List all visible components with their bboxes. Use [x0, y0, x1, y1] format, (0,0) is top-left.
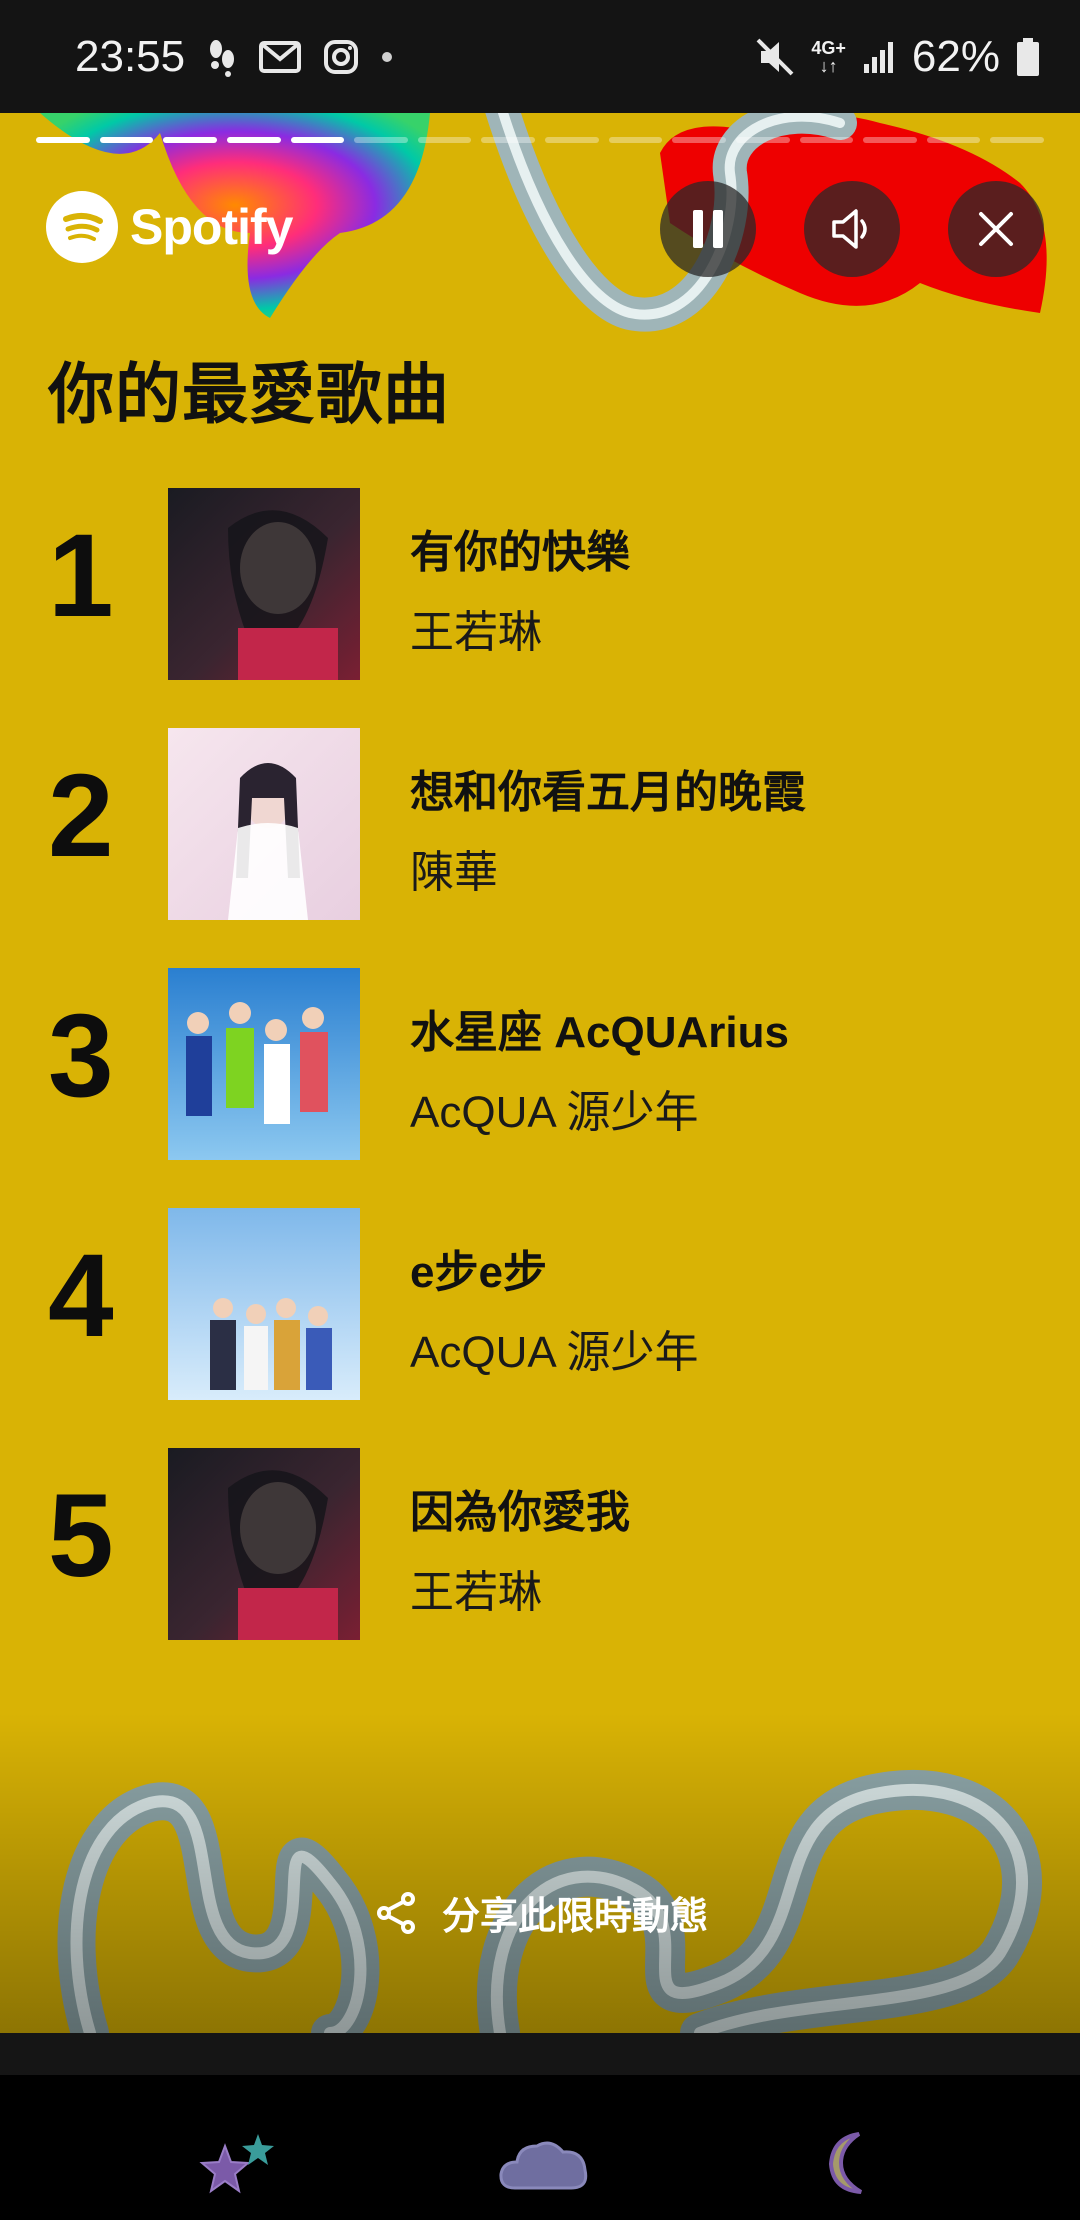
progress-segment	[608, 137, 663, 143]
progress-segment	[990, 137, 1044, 143]
list-item: 3 水星座 AcQUArius AcQUA 源少年	[0, 968, 1080, 1160]
track-artist: 陳華	[410, 848, 498, 897]
bottom-shade	[0, 1713, 1080, 2033]
pause-icon	[693, 210, 723, 248]
signal-icon	[862, 40, 896, 74]
share-icon	[377, 1891, 415, 1934]
list-item: 1 有你的快樂 王若琳	[0, 488, 1080, 680]
progress-segment	[481, 137, 535, 143]
spotify-wordmark: Spotify	[130, 199, 293, 255]
close-icon	[979, 212, 1013, 246]
stars-icon[interactable]	[190, 2113, 290, 2213]
close-button[interactable]	[948, 181, 1044, 277]
spotify-icon	[46, 191, 118, 263]
track-rank: 2	[48, 750, 114, 882]
share-label: 分享此限時動態	[442, 1896, 709, 1938]
track-title: 有你的快樂	[410, 528, 630, 577]
pause-button[interactable]	[660, 181, 756, 277]
page-title: 你的最愛歌曲	[48, 357, 450, 431]
gmail-icon	[259, 40, 302, 74]
track-rank: 4	[48, 1230, 114, 1362]
progress-segment	[99, 137, 154, 143]
story-card[interactable]: Spotify 你的最愛歌曲 1 有你的快樂 王若琳 2 想和你看五月的晚霞 陳…	[0, 113, 1080, 2033]
progress-segment	[863, 137, 917, 143]
progress-segment	[417, 137, 472, 143]
share-button[interactable]: 分享此限時動態	[372, 1885, 708, 1940]
mute-icon	[755, 37, 795, 77]
battery-icon	[1016, 37, 1040, 77]
track-title: 想和你看五月的晚霞	[410, 768, 806, 817]
volume-button[interactable]	[804, 181, 900, 277]
track-artist: AcQUA 源少年	[410, 1088, 699, 1137]
network-icon: 4G+ ↓↑	[811, 37, 846, 76]
volume-icon	[832, 209, 867, 249]
bottom-navigation	[0, 2033, 1080, 2220]
track-rank: 5	[48, 1470, 114, 1602]
footsteps-icon	[207, 37, 237, 77]
battery-percent: 62%	[911, 31, 1000, 81]
track-artist: 王若琳	[410, 608, 542, 657]
track-title: e步e步	[410, 1248, 547, 1297]
track-rank: 3	[48, 990, 114, 1122]
status-bar: 23:55 4G+ ↓↑ 62%	[0, 0, 1080, 113]
progress-segment	[36, 137, 90, 143]
dot-icon	[381, 51, 393, 63]
spotify-logo: Spotify	[46, 191, 293, 263]
story-progress	[36, 137, 1044, 143]
cloud-icon[interactable]	[495, 2113, 595, 2213]
album-cover	[168, 488, 360, 680]
list-item: 4 e步e步 AcQUA 源少年	[0, 1208, 1080, 1400]
status-time: 23:55	[75, 31, 186, 81]
track-title: 因為你愛我	[410, 1488, 630, 1537]
album-cover	[168, 968, 360, 1160]
progress-segment	[926, 137, 981, 143]
progress-segment	[354, 137, 408, 143]
track-artist: AcQUA 源少年	[410, 1328, 699, 1377]
instagram-icon	[323, 39, 359, 75]
progress-segment	[672, 137, 726, 143]
track-rank: 1	[48, 510, 114, 642]
album-cover	[168, 1208, 360, 1400]
album-cover	[168, 728, 360, 920]
list-item: 2 想和你看五月的晚霞 陳華	[0, 728, 1080, 920]
network-type: 4G+	[811, 37, 846, 58]
track-title: 水星座 AcQUArius	[410, 1008, 789, 1057]
nav-separator	[0, 2033, 1080, 2075]
progress-segment	[290, 137, 345, 143]
progress-segment	[735, 137, 790, 143]
progress-segment	[799, 137, 854, 143]
progress-segment	[163, 137, 217, 143]
list-item: 5 因為你愛我 王若琳	[0, 1448, 1080, 1640]
album-cover	[168, 1448, 360, 1640]
moon-icon[interactable]	[800, 2113, 900, 2213]
progress-segment	[226, 137, 281, 143]
progress-segment	[545, 137, 599, 143]
track-artist: 王若琳	[410, 1568, 542, 1617]
